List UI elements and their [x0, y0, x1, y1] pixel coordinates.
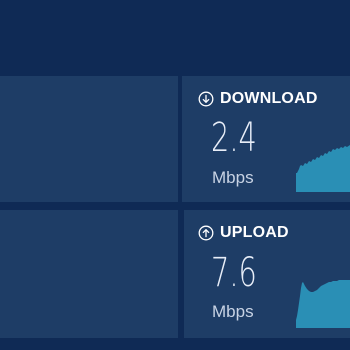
- download-value: 2.4: [211, 115, 257, 161]
- upload-value: 7.6: [211, 250, 257, 296]
- empty-panel-top: [0, 76, 178, 202]
- upload-label: UPLOAD: [220, 224, 289, 241]
- download-label: DOWNLOAD: [220, 90, 318, 107]
- top-bar: [0, 0, 350, 64]
- upload-sparkline: [296, 272, 350, 328]
- upload-unit: Mbps: [212, 302, 254, 321]
- download-sparkline: [296, 140, 350, 192]
- upload-sparkline-area: [296, 280, 350, 328]
- download-unit: Mbps: [212, 168, 254, 187]
- download-header: DOWNLOAD: [198, 90, 318, 108]
- download-sparkline-area: [296, 145, 350, 192]
- empty-panel-bottom: [0, 210, 178, 338]
- arrow-down-circle-icon: [198, 91, 214, 107]
- arrow-up-circle-icon: [198, 225, 214, 241]
- upload-header: UPLOAD: [198, 224, 289, 242]
